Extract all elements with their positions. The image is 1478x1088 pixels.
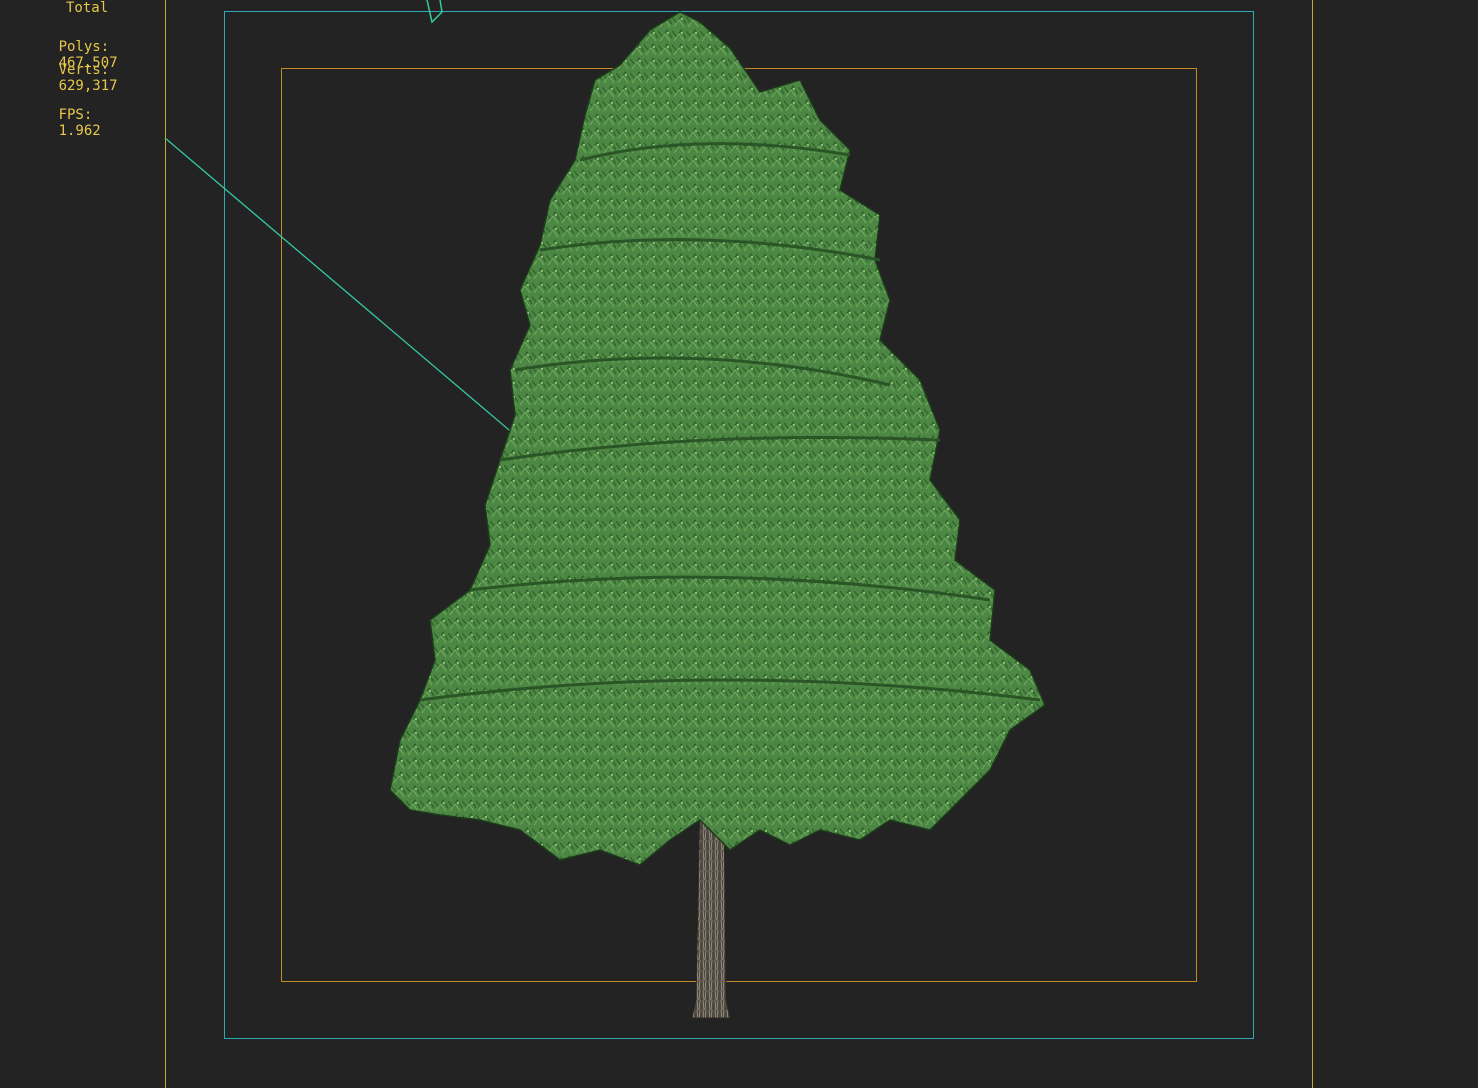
scene-render[interactable] [0, 0, 1478, 1080]
3d-viewport[interactable]: Total Polys: 467,507 Verts: 629,317 FPS:… [0, 0, 1478, 1088]
tree-foliage [389, 11, 1046, 866]
camera-icon[interactable] [426, 0, 443, 24]
camera-target-line[interactable] [164, 137, 536, 453]
